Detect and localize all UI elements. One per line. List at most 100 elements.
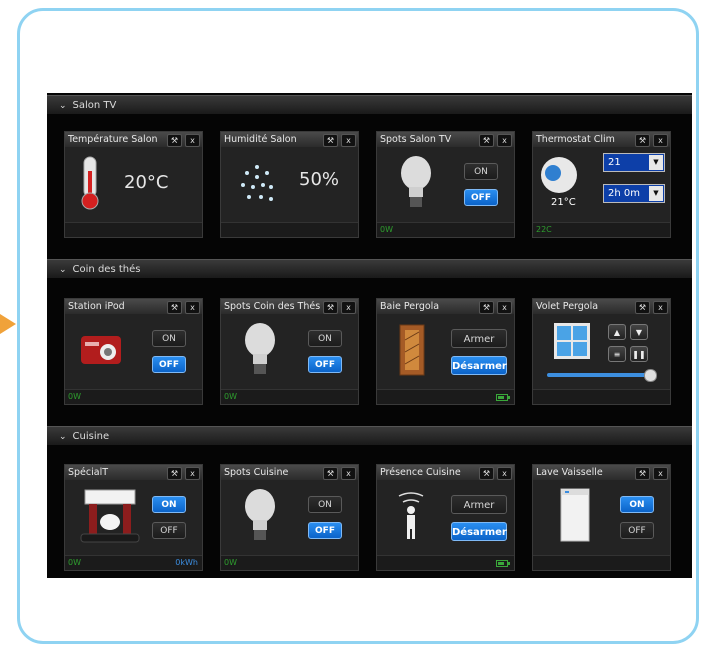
thermostat-icon xyxy=(541,157,577,193)
close-button[interactable]: x xyxy=(653,134,668,147)
tile-header: Thermostat Clim ⚒ x xyxy=(533,132,670,147)
pointer-arrow xyxy=(0,314,16,334)
slider-handle[interactable] xyxy=(644,369,657,382)
dashboard: ⌄ Salon TV Température Salon ⚒ x 20°C Humi… xyxy=(47,93,692,578)
off-button[interactable]: OFF xyxy=(308,356,342,373)
off-button[interactable]: OFF xyxy=(152,356,186,373)
on-button[interactable]: ON xyxy=(308,496,342,513)
close-button[interactable]: x xyxy=(185,301,200,314)
chevron-down-icon[interactable]: ⌄ xyxy=(59,428,67,447)
power-reading: 0W xyxy=(68,392,81,401)
duration-select[interactable]: 2h 0m ▼ xyxy=(603,184,665,203)
disarm-button[interactable]: Désarmer xyxy=(451,522,507,541)
section-title: Coin des thés xyxy=(72,264,141,275)
wrench-icon[interactable]: ⚒ xyxy=(635,301,650,314)
motion-sensor-icon xyxy=(398,492,424,539)
coffee-machine-icon xyxy=(80,489,140,543)
section-header-cuisine[interactable]: ⌄ Cuisine xyxy=(47,426,692,445)
chevron-down-icon[interactable]: ⌄ xyxy=(59,97,67,116)
tile-title: Humidité Salon xyxy=(224,134,297,145)
shutter-up-button[interactable]: ▲ xyxy=(608,324,626,340)
light-bulb-icon xyxy=(245,489,275,540)
wrench-icon[interactable]: ⚒ xyxy=(167,467,182,480)
shutter-down-button[interactable]: ▼ xyxy=(630,324,648,340)
tile-temperature-salon: Température Salon ⚒ x 20°C xyxy=(64,131,203,238)
close-button[interactable]: x xyxy=(497,467,512,480)
energy-reading: 0kWh xyxy=(175,558,198,567)
tile-header: Spots Salon TV ⚒ x xyxy=(377,132,514,147)
tile-title: Station iPod xyxy=(68,301,125,312)
power-reading: 0W xyxy=(224,558,237,567)
section-header-salon-tv[interactable]: ⌄ Salon TV xyxy=(47,95,692,114)
thermostat-reading: 22C xyxy=(536,225,552,234)
wrench-icon[interactable]: ⚒ xyxy=(479,301,494,314)
close-button[interactable]: x xyxy=(653,301,668,314)
close-button[interactable]: x xyxy=(341,301,356,314)
off-button[interactable]: OFF xyxy=(620,522,654,539)
close-button[interactable]: x xyxy=(341,467,356,480)
tile-specialt: SpécialT ⚒ x ON OFF 0W 0kWh xyxy=(64,464,203,571)
tile-footer: 0W xyxy=(221,389,358,404)
off-button[interactable]: OFF xyxy=(308,522,342,539)
wrench-icon[interactable]: ⚒ xyxy=(323,134,338,147)
tile-header: Station iPod ⚒ x xyxy=(65,299,202,314)
disarm-button[interactable]: Désarmer xyxy=(451,356,507,375)
shutter-position-slider[interactable] xyxy=(547,369,657,382)
setpoint-select[interactable]: 21 ▼ xyxy=(603,153,665,172)
on-button[interactable]: ON xyxy=(308,330,342,347)
chevron-down-icon[interactable]: ▼ xyxy=(649,186,663,201)
off-button[interactable]: OFF xyxy=(464,189,498,206)
tile-body: ON OFF xyxy=(533,480,670,555)
power-reading: 0W xyxy=(224,392,237,401)
wrench-icon[interactable]: ⚒ xyxy=(323,467,338,480)
tile-body: Armer Désarmer xyxy=(377,480,514,555)
tile-title: Spots Coin des Thés xyxy=(224,301,321,312)
arm-button[interactable]: Armer xyxy=(451,329,507,348)
tile-body: ON OFF xyxy=(65,480,202,555)
tile-lave-vaisselle: Lave Vaisselle ⚒ x ON OFF xyxy=(532,464,671,571)
tile-title: Lave Vaisselle xyxy=(536,467,603,478)
shutter-stop-button[interactable]: ❚❚ xyxy=(630,346,648,362)
shutter-menu-button[interactable]: ≡ xyxy=(608,346,626,362)
arm-button[interactable]: Armer xyxy=(451,495,507,514)
on-button[interactable]: ON xyxy=(620,496,654,513)
close-button[interactable]: x xyxy=(497,301,512,314)
tile-footer xyxy=(377,555,514,570)
wrench-icon[interactable]: ⚒ xyxy=(635,467,650,480)
tile-header: Baie Pergola ⚒ x xyxy=(377,299,514,314)
tile-header: Volet Pergola ⚒ x xyxy=(533,299,670,314)
on-button[interactable]: ON xyxy=(152,330,186,347)
tile-title: Thermostat Clim xyxy=(536,134,615,145)
close-button[interactable]: x xyxy=(653,467,668,480)
battery-icon xyxy=(496,560,510,567)
tile-spots-salon-tv: Spots Salon TV ⚒ x ON OFF 0W xyxy=(376,131,515,238)
tile-body: 20°C xyxy=(65,147,202,222)
on-button[interactable]: ON xyxy=(152,496,186,513)
section-header-coin-des-thes[interactable]: ⌄ Coin des thés xyxy=(47,259,692,278)
tile-footer xyxy=(65,222,202,237)
close-button[interactable]: x xyxy=(185,134,200,147)
wrench-icon[interactable]: ⚒ xyxy=(479,467,494,480)
off-button[interactable]: OFF xyxy=(152,522,186,539)
wrench-icon[interactable]: ⚒ xyxy=(167,134,182,147)
close-button[interactable]: x xyxy=(185,467,200,480)
tile-header: SpécialT ⚒ x xyxy=(65,465,202,480)
tile-footer xyxy=(377,389,514,404)
chevron-down-icon[interactable]: ⌄ xyxy=(59,261,67,280)
chevron-down-icon[interactable]: ▼ xyxy=(649,155,663,170)
tile-body: ▲ ▼ ≡ ❚❚ xyxy=(533,314,670,389)
setpoint-value: 21 xyxy=(608,157,621,168)
wrench-icon[interactable]: ⚒ xyxy=(323,301,338,314)
tile-volet-pergola: Volet Pergola ⚒ x ▲ ▼ ≡ ❚❚ xyxy=(532,298,671,405)
tile-title: Volet Pergola xyxy=(536,301,599,312)
tile-body: 21°C 21 ▼ 2h 0m ▼ xyxy=(533,147,670,222)
temperature-value: 20°C xyxy=(124,172,169,193)
close-button[interactable]: x xyxy=(341,134,356,147)
wrench-icon[interactable]: ⚒ xyxy=(479,134,494,147)
on-button[interactable]: ON xyxy=(464,163,498,180)
section-title: Salon TV xyxy=(72,100,117,111)
close-button[interactable]: x xyxy=(497,134,512,147)
wrench-icon[interactable]: ⚒ xyxy=(167,301,182,314)
wrench-icon[interactable]: ⚒ xyxy=(635,134,650,147)
tile-header: Spots Cuisine ⚒ x xyxy=(221,465,358,480)
